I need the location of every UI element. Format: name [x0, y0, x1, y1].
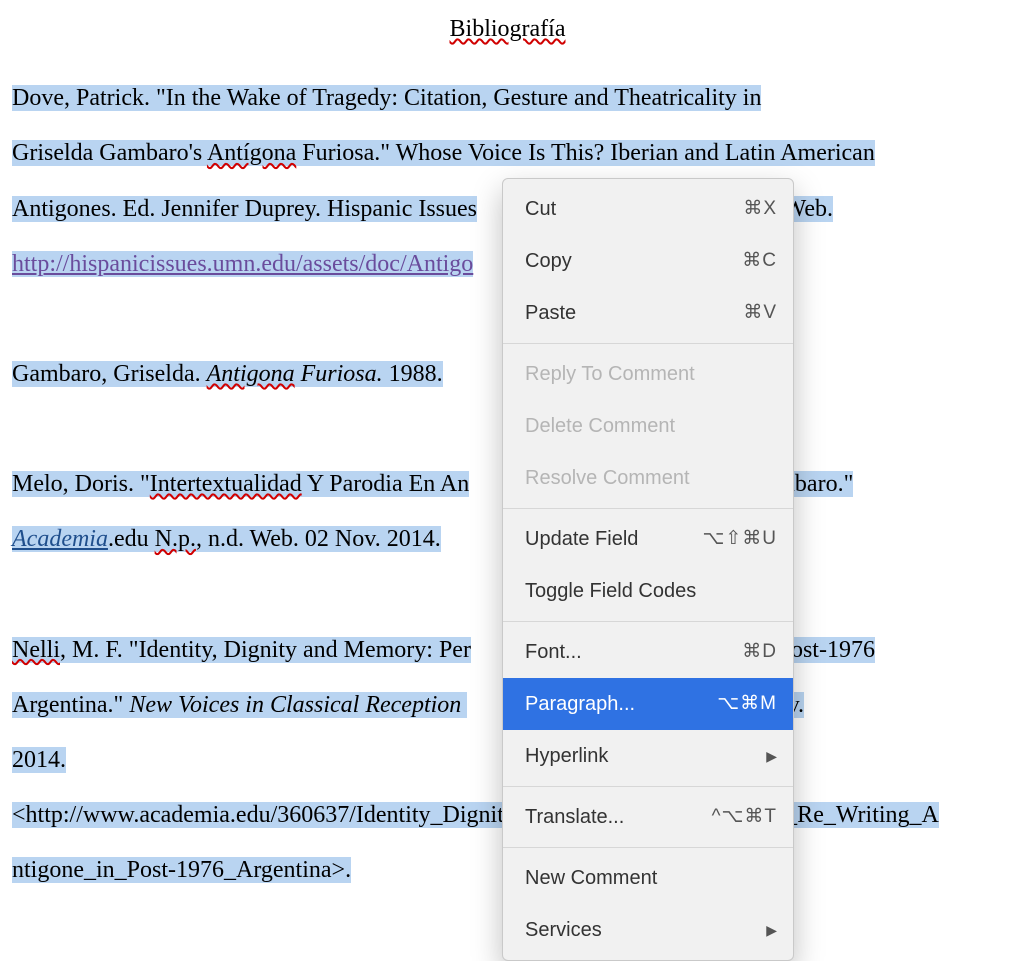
- hyperlink[interactable]: Academia: [12, 526, 108, 552]
- text-selected[interactable]: Y Parodia En An: [302, 471, 470, 497]
- text-selected[interactable]: , n.d. Web. 02 Nov. 2014.: [196, 526, 441, 552]
- menu-item-delete-comment: Delete Comment: [503, 400, 793, 452]
- menu-item-copy[interactable]: Copy ⌘C: [503, 235, 793, 287]
- menu-separator: [503, 847, 793, 848]
- text-selected[interactable]: Dove, Patrick. "In the Wake of Tragedy: …: [12, 85, 761, 111]
- menu-item-font[interactable]: Font... ⌘D: [503, 626, 793, 678]
- context-menu: Cut ⌘X Copy ⌘C Paste ⌘V Reply To Comment…: [502, 178, 794, 961]
- document-page: Bibliografía Dove, Patrick. "In the Wake…: [0, 2, 1015, 928]
- menu-separator: [503, 508, 793, 509]
- menu-separator: [503, 786, 793, 787]
- text-selected[interactable]: Furiosa.: [295, 361, 383, 387]
- menu-separator: [503, 343, 793, 344]
- menu-item-update-field[interactable]: Update Field ⌥⇧⌘U: [503, 513, 793, 565]
- text-selected[interactable]: .edu: [108, 526, 155, 552]
- menu-item-hyperlink[interactable]: Hyperlink ▶: [503, 730, 793, 782]
- menu-item-services[interactable]: Services ▶: [503, 904, 793, 956]
- spellcheck-word[interactable]: Antígona: [207, 140, 296, 166]
- text-selected[interactable]: Melo, Doris. ": [12, 471, 150, 497]
- title-text: Bibliografía: [450, 16, 566, 42]
- menu-separator: [503, 621, 793, 622]
- text-selected[interactable]: <http://www.academia.edu/360637/Identity…: [12, 802, 939, 828]
- text-selected[interactable]: 2014.: [12, 747, 66, 773]
- spellcheck-word[interactable]: Antigona: [207, 361, 295, 387]
- spellcheck-word[interactable]: N.p.: [155, 526, 196, 552]
- text-selected[interactable]: Antigones. Ed. Jennifer Duprey. Hispanic…: [12, 196, 477, 222]
- menu-item-resolve-comment: Resolve Comment: [503, 452, 793, 504]
- menu-item-cut[interactable]: Cut ⌘X: [503, 183, 793, 235]
- bib-entry-4: Nelli, M. F. "Identity, Dignity and Memo…: [12, 637, 939, 884]
- bib-entry-2: Gambaro, Griselda. Antigona Furiosa. 198…: [12, 361, 443, 387]
- text-selected[interactable]: ntigone_in_Post-1976_Argentina>.: [12, 857, 351, 883]
- menu-item-reply-to-comment: Reply To Comment: [503, 348, 793, 400]
- menu-item-paste[interactable]: Paste ⌘V: [503, 287, 793, 339]
- spellcheck-word[interactable]: Intertextualidad: [150, 471, 302, 497]
- text-selected[interactable]: Griselda Gambaro's: [12, 140, 207, 166]
- text-selected[interactable]: Argentina.": [12, 692, 129, 718]
- menu-item-paragraph[interactable]: Paragraph... ⌥⌘M: [503, 678, 793, 730]
- text-selected[interactable]: Furiosa." Whose Voice Is This? Iberian a…: [296, 140, 875, 166]
- chevron-right-icon: ▶: [766, 740, 777, 772]
- menu-item-toggle-field-codes[interactable]: Toggle Field Codes: [503, 565, 793, 617]
- text-selected[interactable]: , M. F. "Identity, Dignity and Memory: P…: [60, 637, 471, 663]
- page-title: Bibliografía: [12, 2, 1003, 57]
- text-selected[interactable]: Gambaro, Griselda.: [12, 361, 207, 387]
- text-selected[interactable]: 1988.: [383, 361, 443, 387]
- menu-item-translate[interactable]: Translate... ^⌥⌘T: [503, 791, 793, 843]
- spellcheck-word[interactable]: Nelli: [12, 637, 60, 663]
- menu-item-new-comment[interactable]: New Comment: [503, 852, 793, 904]
- hyperlink[interactable]: http://hispanicissues.umn.edu/assets/doc…: [12, 251, 473, 277]
- text-selected[interactable]: New Voices in Classical Reception: [129, 692, 467, 718]
- chevron-right-icon: ▶: [766, 914, 777, 946]
